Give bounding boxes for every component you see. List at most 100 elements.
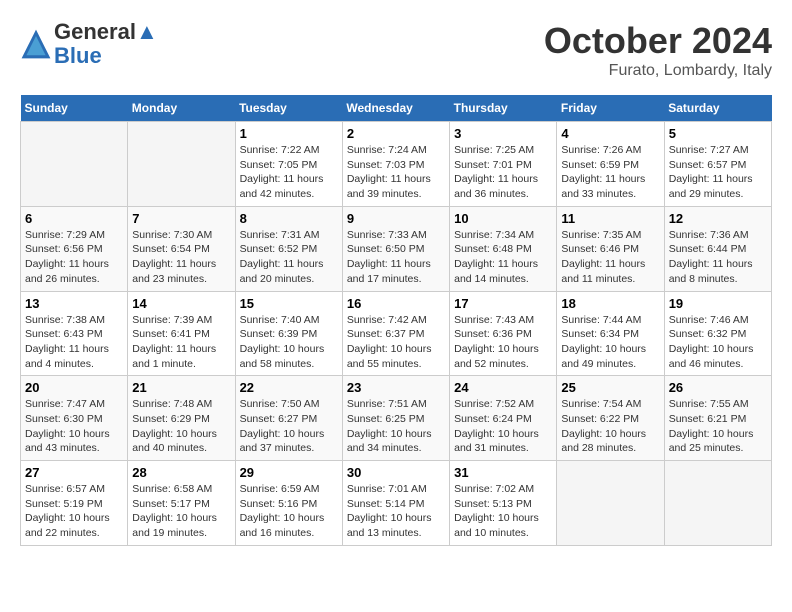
day-number: 1	[240, 126, 338, 141]
logo-blue-line: Blue	[54, 44, 158, 68]
day-number: 17	[454, 296, 552, 311]
day-info: Sunrise: 7:31 AMSunset: 6:52 PMDaylight:…	[240, 228, 338, 287]
day-number: 16	[347, 296, 445, 311]
calendar-cell: 27 Sunrise: 6:57 AMSunset: 5:19 PMDayligh…	[21, 461, 128, 546]
weekday-header: Wednesday	[342, 95, 449, 122]
calendar-cell: 7 Sunrise: 7:30 AMSunset: 6:54 PMDaylight…	[128, 206, 235, 291]
calendar-cell	[128, 122, 235, 207]
day-number: 7	[132, 211, 230, 226]
calendar-cell: 29 Sunrise: 6:59 AMSunset: 5:16 PMDayligh…	[235, 461, 342, 546]
day-number: 24	[454, 380, 552, 395]
calendar-cell: 6 Sunrise: 7:29 AMSunset: 6:56 PMDaylight…	[21, 206, 128, 291]
logo-general: General▲	[54, 20, 158, 44]
day-number: 21	[132, 380, 230, 395]
calendar-cell: 30 Sunrise: 7:01 AMSunset: 5:14 PMDayligh…	[342, 461, 449, 546]
day-info: Sunrise: 7:38 AMSunset: 6:43 PMDaylight:…	[25, 313, 123, 372]
day-info: Sunrise: 6:59 AMSunset: 5:16 PMDaylight:…	[240, 482, 338, 541]
day-info: Sunrise: 7:27 AMSunset: 6:57 PMDaylight:…	[669, 143, 767, 202]
day-number: 30	[347, 465, 445, 480]
calendar-cell: 15 Sunrise: 7:40 AMSunset: 6:39 PMDayligh…	[235, 291, 342, 376]
calendar-cell: 28Sunrise: 6:58 AMSunset: 5:17 PMDayligh…	[128, 461, 235, 546]
day-info: Sunrise: 7:29 AMSunset: 6:56 PMDaylight:…	[25, 228, 123, 287]
day-info: Sunrise: 6:57 AMSunset: 5:19 PMDaylight:…	[25, 482, 123, 541]
day-number: 27	[25, 465, 123, 480]
calendar-cell: 17 Sunrise: 7:43 AMSunset: 6:36 PMDayligh…	[450, 291, 557, 376]
calendar-cell: 21 Sunrise: 7:48 AMSunset: 6:29 PMDayligh…	[128, 376, 235, 461]
calendar-cell: 18Sunrise: 7:44 AMSunset: 6:34 PMDayligh…	[557, 291, 664, 376]
calendar-cell: 10 Sunrise: 7:34 AMSunset: 6:48 PMDayligh…	[450, 206, 557, 291]
calendar-week-row: 1Sunrise: 7:22 AMSunset: 7:05 PMDaylight…	[21, 122, 772, 207]
day-info: Sunrise: 7:47 AMSunset: 6:30 PMDaylight:…	[25, 397, 123, 456]
day-info: Sunrise: 7:34 AMSunset: 6:48 PMDaylight:…	[454, 228, 552, 287]
day-number: 31	[454, 465, 552, 480]
day-number: 11	[561, 211, 659, 226]
day-number: 13	[25, 296, 123, 311]
weekday-header: Sunday	[21, 95, 128, 122]
day-info: Sunrise: 7:01 AMSunset: 5:14 PMDaylight:…	[347, 482, 445, 541]
calendar-cell	[21, 122, 128, 207]
day-info: Sunrise: 7:40 AMSunset: 6:39 PMDaylight:…	[240, 313, 338, 372]
day-number: 18	[561, 296, 659, 311]
calendar-cell: 24 Sunrise: 7:52 AMSunset: 6:24 PMDayligh…	[450, 376, 557, 461]
day-info: Sunrise: 6:58 AMSunset: 5:17 PMDaylight:…	[132, 482, 230, 541]
day-info: Sunrise: 7:39 AMSunset: 6:41 PMDaylight:…	[132, 313, 230, 372]
logo-text: General▲ Blue	[54, 20, 158, 68]
day-number: 15	[240, 296, 338, 311]
calendar-cell	[557, 461, 664, 546]
weekday-header: Thursday	[450, 95, 557, 122]
day-number: 25	[561, 380, 659, 395]
logo: General▲ Blue	[20, 20, 158, 68]
day-number: 4	[561, 126, 659, 141]
page-header: General▲ Blue October 2024 Furato, Lomba…	[20, 20, 772, 80]
day-number: 20	[25, 380, 123, 395]
day-number: 29	[240, 465, 338, 480]
day-info: Sunrise: 7:46 AMSunset: 6:32 PMDaylight:…	[669, 313, 767, 372]
location: Furato, Lombardy, Italy	[544, 62, 772, 80]
day-number: 23	[347, 380, 445, 395]
calendar-cell: 8 Sunrise: 7:31 AMSunset: 6:52 PMDaylight…	[235, 206, 342, 291]
weekday-header: Tuesday	[235, 95, 342, 122]
calendar-cell: 5 Sunrise: 7:27 AMSunset: 6:57 PMDaylight…	[664, 122, 771, 207]
calendar-week-row: 13 Sunrise: 7:38 AMSunset: 6:43 PMDayligh…	[21, 291, 772, 376]
day-number: 9	[347, 211, 445, 226]
day-number: 2	[347, 126, 445, 141]
calendar-cell: 11 Sunrise: 7:35 AMSunset: 6:46 PMDayligh…	[557, 206, 664, 291]
day-info: Sunrise: 7:42 AMSunset: 6:37 PMDaylight:…	[347, 313, 445, 372]
day-number: 5	[669, 126, 767, 141]
calendar-cell: 26Sunrise: 7:55 AMSunset: 6:21 PMDayligh…	[664, 376, 771, 461]
calendar-week-row: 20 Sunrise: 7:47 AMSunset: 6:30 PMDayligh…	[21, 376, 772, 461]
weekday-header: Saturday	[664, 95, 771, 122]
day-info: Sunrise: 7:36 AMSunset: 6:44 PMDaylight:…	[669, 228, 767, 287]
calendar-cell: 20 Sunrise: 7:47 AMSunset: 6:30 PMDayligh…	[21, 376, 128, 461]
day-info: Sunrise: 7:30 AMSunset: 6:54 PMDaylight:…	[132, 228, 230, 287]
calendar-cell: 2Sunrise: 7:24 AMSunset: 7:03 PMDaylight…	[342, 122, 449, 207]
day-number: 10	[454, 211, 552, 226]
day-info: Sunrise: 7:48 AMSunset: 6:29 PMDaylight:…	[132, 397, 230, 456]
calendar-cell: 23 Sunrise: 7:51 AMSunset: 6:25 PMDayligh…	[342, 376, 449, 461]
day-number: 8	[240, 211, 338, 226]
calendar-cell: 9Sunrise: 7:33 AMSunset: 6:50 PMDaylight…	[342, 206, 449, 291]
calendar-cell: 14Sunrise: 7:39 AMSunset: 6:41 PMDayligh…	[128, 291, 235, 376]
title-block: October 2024 Furato, Lombardy, Italy	[544, 20, 772, 80]
day-info: Sunrise: 7:55 AMSunset: 6:21 PMDaylight:…	[669, 397, 767, 456]
calendar-table: SundayMondayTuesdayWednesdayThursdayFrid…	[20, 95, 772, 546]
day-info: Sunrise: 7:52 AMSunset: 6:24 PMDaylight:…	[454, 397, 552, 456]
day-info: Sunrise: 7:50 AMSunset: 6:27 PMDaylight:…	[240, 397, 338, 456]
calendar-cell: 31Sunrise: 7:02 AMSunset: 5:13 PMDayligh…	[450, 461, 557, 546]
calendar-cell: 25 Sunrise: 7:54 AMSunset: 6:22 PMDayligh…	[557, 376, 664, 461]
day-number: 3	[454, 126, 552, 141]
day-info: Sunrise: 7:51 AMSunset: 6:25 PMDaylight:…	[347, 397, 445, 456]
day-info: Sunrise: 7:35 AMSunset: 6:46 PMDaylight:…	[561, 228, 659, 287]
calendar-cell: 13 Sunrise: 7:38 AMSunset: 6:43 PMDayligh…	[21, 291, 128, 376]
day-number: 12	[669, 211, 767, 226]
weekday-header: Monday	[128, 95, 235, 122]
calendar-cell: 19Sunrise: 7:46 AMSunset: 6:32 PMDayligh…	[664, 291, 771, 376]
day-number: 6	[25, 211, 123, 226]
day-info: Sunrise: 7:26 AMSunset: 6:59 PMDaylight:…	[561, 143, 659, 202]
day-info: Sunrise: 7:25 AMSunset: 7:01 PMDaylight:…	[454, 143, 552, 202]
day-number: 22	[240, 380, 338, 395]
day-info: Sunrise: 7:54 AMSunset: 6:22 PMDaylight:…	[561, 397, 659, 456]
header-row: SundayMondayTuesdayWednesdayThursdayFrid…	[21, 95, 772, 122]
calendar-cell: 16 Sunrise: 7:42 AMSunset: 6:37 PMDayligh…	[342, 291, 449, 376]
day-info: Sunrise: 7:43 AMSunset: 6:36 PMDaylight:…	[454, 313, 552, 372]
